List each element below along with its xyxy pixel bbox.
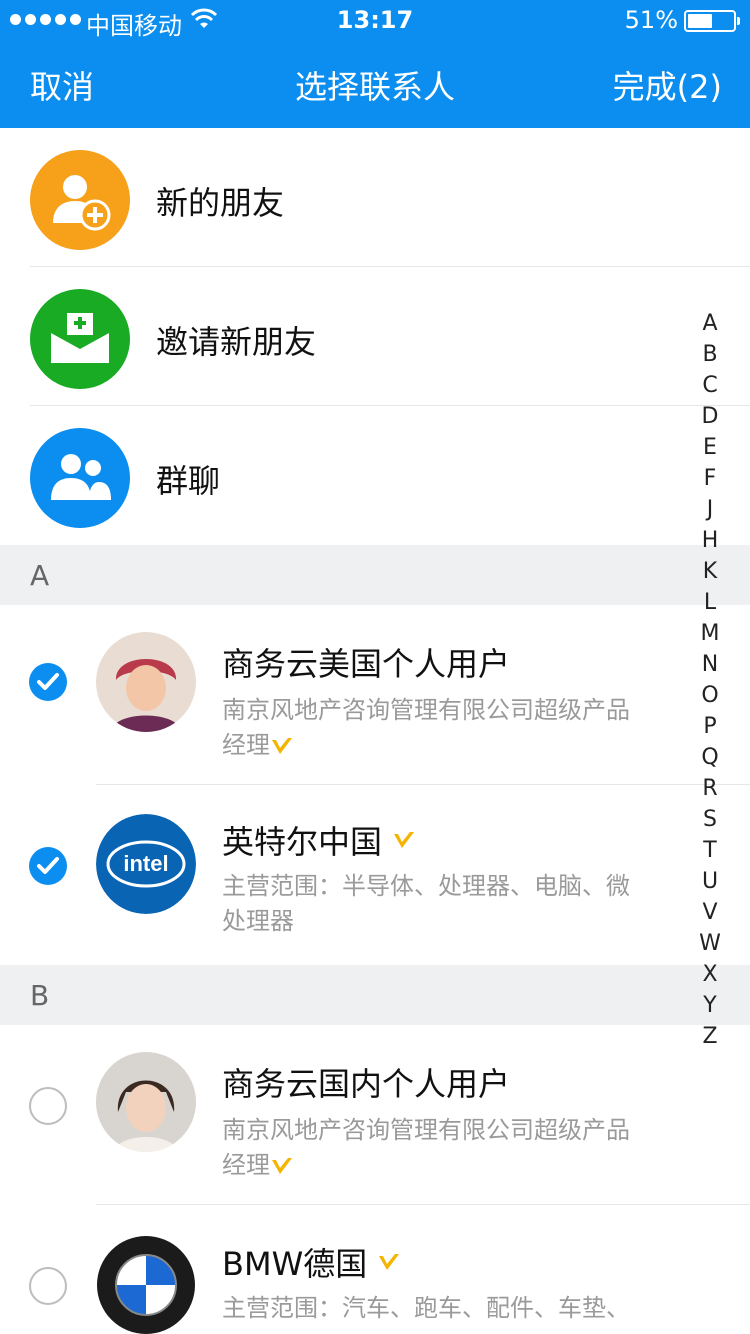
contact-name: BMW德国	[222, 1239, 401, 1285]
index-letter-h[interactable]: H	[698, 525, 722, 556]
battery-percentage: 51%	[624, 6, 678, 34]
verified-icon	[272, 1158, 292, 1174]
avatar	[96, 632, 196, 732]
contact-name: 商务云美国个人用户	[222, 645, 511, 683]
section-header-a: A	[0, 545, 750, 605]
verified-icon	[379, 1254, 400, 1270]
index-letter-s[interactable]: S	[698, 804, 722, 835]
index-letter-n[interactable]: N	[698, 649, 722, 680]
index-letter-z[interactable]: Z	[698, 1021, 722, 1052]
alphabet-index[interactable]: ABCDEFJHKLMNOPQRSTUVWXYZ	[698, 308, 722, 1052]
intel-logo: intel	[96, 814, 196, 914]
contact-row[interactable]: intel 英特尔中国 主营范围：半导体、处理器、电脑、微处理器	[0, 785, 750, 965]
index-letter-r[interactable]: R	[698, 773, 722, 804]
invite-envelope-icon	[30, 289, 130, 389]
index-letter-u[interactable]: U	[698, 866, 722, 897]
checked-icon[interactable]	[29, 847, 67, 885]
new-friends-label: 新的朋友	[156, 184, 285, 222]
contact-name: 商务云国内个人用户	[222, 1065, 511, 1103]
status-bar: 中国移动 13:17 51%	[0, 0, 750, 40]
index-letter-k[interactable]: K	[698, 556, 722, 587]
section-letter: A	[30, 559, 50, 592]
new-friends-item[interactable]: 新的朋友	[0, 128, 750, 267]
verified-icon	[394, 832, 415, 848]
contact-description: 主营范围：半导体、处理器、电脑、微处理器	[222, 872, 630, 935]
index-letter-l[interactable]: L	[698, 587, 722, 618]
index-letter-t[interactable]: T	[698, 835, 722, 866]
battery-icon	[684, 10, 740, 32]
contact-description: 南京风地产咨询管理有限公司超级产品经理	[222, 1116, 630, 1179]
add-user-icon	[30, 150, 130, 250]
checked-icon[interactable]	[29, 663, 67, 701]
group-chat-item[interactable]: 群聊	[0, 406, 750, 545]
index-letter-b[interactable]: B	[698, 339, 722, 370]
index-letter-v[interactable]: V	[698, 897, 722, 928]
group-chat-label: 群聊	[156, 462, 221, 500]
section-header-b: B	[0, 965, 750, 1025]
index-letter-o[interactable]: O	[698, 680, 722, 711]
index-letter-e[interactable]: E	[698, 432, 722, 463]
navigation-bar: 取消 选择联系人 完成(2)	[0, 40, 750, 128]
index-letter-j[interactable]: J	[698, 494, 722, 525]
index-letter-q[interactable]: Q	[698, 742, 722, 773]
invite-friends-item[interactable]: 邀请新朋友	[0, 267, 750, 406]
index-letter-c[interactable]: C	[698, 370, 722, 401]
index-letter-f[interactable]: F	[698, 463, 722, 494]
index-letter-m[interactable]: M	[698, 618, 722, 649]
unchecked-icon[interactable]	[29, 1267, 67, 1305]
done-button[interactable]: 完成(2)	[613, 62, 722, 108]
index-letter-p[interactable]: P	[698, 711, 722, 742]
section-letter: B	[30, 979, 50, 1012]
contact-row[interactable]: 商务云美国个人用户 南京风地产咨询管理有限公司超级产品经理	[0, 605, 750, 785]
unchecked-icon[interactable]	[29, 1087, 67, 1125]
verified-icon	[272, 738, 292, 754]
contact-name: 英特尔中国	[222, 817, 416, 863]
contact-row[interactable]: BMW德国 主营范围：汽车、跑车、配件、车垫、	[0, 1205, 750, 1334]
index-letter-a[interactable]: A	[698, 308, 722, 339]
index-letter-w[interactable]: W	[698, 928, 722, 959]
contact-row[interactable]: 商务云国内个人用户 南京风地产咨询管理有限公司超级产品经理	[0, 1025, 750, 1205]
contact-description: 南京风地产咨询管理有限公司超级产品经理	[222, 696, 630, 759]
contact-description: 主营范围：汽车、跑车、配件、车垫、	[222, 1294, 630, 1322]
invite-friends-label: 邀请新朋友	[156, 323, 317, 361]
group-icon	[30, 428, 130, 528]
bmw-logo	[96, 1235, 196, 1334]
svg-text:intel: intel	[123, 851, 168, 876]
index-letter-y[interactable]: Y	[698, 990, 722, 1021]
index-letter-d[interactable]: D	[698, 401, 722, 432]
avatar	[96, 1052, 196, 1152]
index-letter-x[interactable]: X	[698, 959, 722, 990]
